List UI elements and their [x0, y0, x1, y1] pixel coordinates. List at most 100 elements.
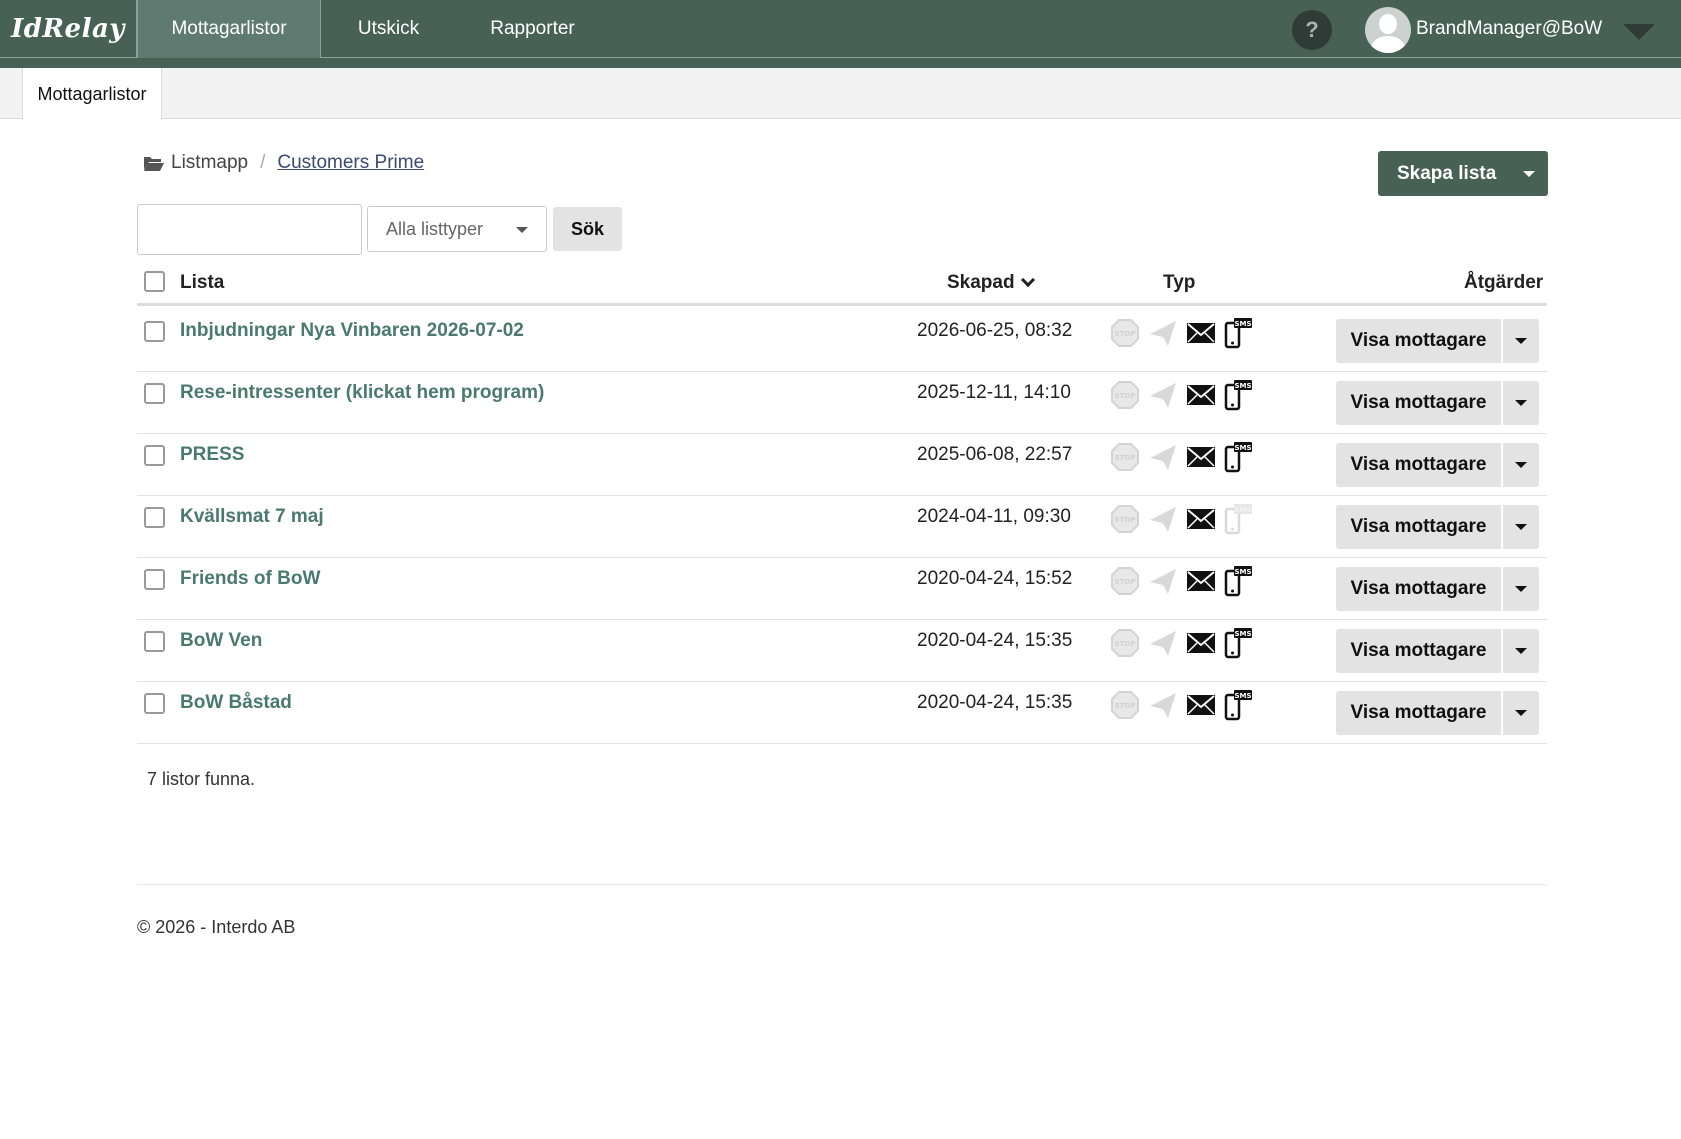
view-recipients-button[interactable]: Visa mottagare — [1336, 381, 1501, 425]
row-actions-dropdown-button[interactable] — [1503, 567, 1539, 611]
search-button[interactable]: Sök — [553, 207, 622, 251]
list-name-link[interactable]: BoW Båstad — [180, 692, 292, 714]
search-input[interactable] — [137, 204, 362, 255]
row-actions-dropdown-button[interactable] — [1503, 505, 1539, 549]
chevron-down-icon — [516, 227, 528, 233]
envelope-icon — [1186, 442, 1216, 472]
view-recipients-button[interactable]: Visa mottagare — [1336, 691, 1501, 735]
create-list-label: Skapa lista — [1397, 162, 1497, 184]
svg-text:STOP: STOP — [1115, 392, 1136, 400]
row-checkbox[interactable] — [144, 569, 165, 590]
folder-open-icon — [144, 157, 164, 171]
stop-icon: STOP — [1110, 442, 1140, 472]
nav-rapporter[interactable]: Rapporter — [470, 0, 595, 58]
envelope-icon — [1186, 690, 1216, 720]
breadcrumb-separator: / — [260, 152, 266, 173]
list-type-icons: STOP SMS — [1110, 316, 1262, 350]
row-checkbox[interactable] — [144, 383, 165, 404]
list-created-date: 2024-04-11, 09:30 — [917, 506, 1071, 527]
view-recipients-button[interactable]: Visa mottagare — [1336, 319, 1501, 363]
column-header-atgarder: Åtgärder — [1464, 272, 1544, 293]
chevron-down-icon — [1515, 524, 1527, 530]
nav-utskick[interactable]: Utskick — [321, 0, 456, 58]
row-checkbox[interactable] — [144, 693, 165, 714]
svg-text:STOP: STOP — [1115, 640, 1136, 648]
view-recipients-button[interactable]: Visa mottagare — [1336, 567, 1501, 611]
tab-mottagarlistor[interactable]: Mottagarlistor — [22, 68, 162, 120]
list-created-date: 2026-06-25, 08:32 — [917, 320, 1073, 341]
select-all-checkbox[interactable] — [144, 271, 165, 292]
chevron-down-icon — [1515, 710, 1527, 716]
row-checkbox[interactable] — [144, 445, 165, 466]
table-row: Rese-intressenter (klickat hem program) … — [137, 372, 1547, 434]
table-row: BoW Båstad 2020-04-24, 15:35 STOP SMS Vi… — [137, 682, 1547, 744]
list-name-link[interactable]: Friends of BoW — [180, 568, 320, 590]
create-list-button[interactable]: Skapa lista — [1378, 151, 1548, 196]
list-type-icons: STOP SMS — [1110, 440, 1262, 474]
svg-text:SMS: SMS — [1234, 506, 1251, 514]
help-button[interactable]: ? — [1292, 10, 1332, 50]
list-name-link[interactable]: PRESS — [180, 444, 244, 466]
envelope-icon — [1186, 504, 1216, 534]
list-created-date: 2025-06-08, 22:57 — [917, 444, 1073, 465]
svg-text:SMS: SMS — [1234, 568, 1251, 576]
svg-text:STOP: STOP — [1115, 454, 1136, 462]
paper-plane-icon — [1148, 566, 1178, 596]
row-checkbox[interactable] — [144, 631, 165, 652]
row-actions: Visa mottagare — [1336, 381, 1539, 425]
list-created-date: 2020-04-24, 15:52 — [917, 568, 1073, 589]
list-name-link[interactable]: Kvällsmat 7 maj — [180, 506, 324, 528]
table-row: Kvällsmat 7 maj 2024-04-11, 09:30 STOP S… — [137, 496, 1547, 558]
list-name-link[interactable]: BoW Ven — [180, 630, 262, 652]
svg-text:STOP: STOP — [1115, 330, 1136, 338]
list-name-link[interactable]: Inbjudningar Nya Vinbaren 2026-07-02 — [180, 320, 524, 342]
paper-plane-icon — [1148, 504, 1178, 534]
paper-plane-icon — [1148, 442, 1178, 472]
table-row: PRESS 2025-06-08, 22:57 STOP SMS Visa mo… — [137, 434, 1547, 496]
envelope-icon — [1186, 628, 1216, 658]
svg-text:SMS: SMS — [1234, 692, 1251, 700]
row-actions-dropdown-button[interactable] — [1503, 443, 1539, 487]
svg-text:SMS: SMS — [1234, 444, 1251, 452]
column-header-skapad[interactable]: Skapad — [947, 268, 1035, 298]
stop-icon: STOP — [1110, 380, 1140, 410]
user-menu-caret-icon[interactable] — [1623, 24, 1655, 40]
row-checkbox[interactable] — [144, 321, 165, 342]
svg-text:SMS: SMS — [1234, 320, 1251, 328]
view-recipients-button[interactable]: Visa mottagare — [1336, 505, 1501, 549]
breadcrumb-current[interactable]: Customers Prime — [277, 152, 424, 174]
navbar-stripe — [0, 58, 1681, 68]
breadcrumb-root[interactable]: Listmapp — [171, 152, 248, 174]
list-created-date: 2025-12-11, 14:10 — [917, 382, 1071, 403]
list-type-icons: STOP SMS — [1110, 502, 1262, 536]
app-logo[interactable]: IdRelay — [0, 0, 137, 58]
stop-icon: STOP — [1110, 690, 1140, 720]
nav-mottagarlistor[interactable]: Mottagarlistor — [137, 0, 321, 58]
breadcrumb: Listmapp / Customers Prime — [143, 150, 424, 176]
list-type-icons: STOP SMS — [1110, 378, 1262, 412]
avatar[interactable] — [1365, 7, 1411, 53]
list-type-icons: STOP SMS — [1110, 564, 1262, 598]
envelope-icon — [1186, 318, 1216, 348]
list-name-link[interactable]: Rese-intressenter (klickat hem program) — [180, 382, 544, 404]
view-recipients-button[interactable]: Visa mottagare — [1336, 443, 1501, 487]
svg-text:STOP: STOP — [1115, 516, 1136, 524]
row-actions-dropdown-button[interactable] — [1503, 629, 1539, 673]
list-type-select[interactable]: Alla listtyper — [367, 206, 547, 252]
user-name[interactable]: BrandManager@BoW — [1416, 0, 1602, 58]
stop-icon: STOP — [1110, 318, 1140, 348]
row-checkbox[interactable] — [144, 507, 165, 528]
column-header-typ: Typ — [1163, 272, 1196, 293]
row-actions: Visa mottagare — [1336, 691, 1539, 735]
row-actions: Visa mottagare — [1336, 443, 1539, 487]
chevron-down-icon — [1515, 400, 1527, 406]
column-header-lista[interactable]: Lista — [180, 268, 224, 298]
view-recipients-button[interactable]: Visa mottagare — [1336, 629, 1501, 673]
list-type-icons: STOP SMS — [1110, 688, 1262, 722]
list-type-icons: STOP SMS — [1110, 626, 1262, 660]
chevron-down-icon[interactable] — [1523, 170, 1535, 177]
row-actions-dropdown-button[interactable] — [1503, 691, 1539, 735]
row-actions-dropdown-button[interactable] — [1503, 319, 1539, 363]
sms-phone-icon: SMS — [1224, 566, 1254, 597]
row-actions-dropdown-button[interactable] — [1503, 381, 1539, 425]
